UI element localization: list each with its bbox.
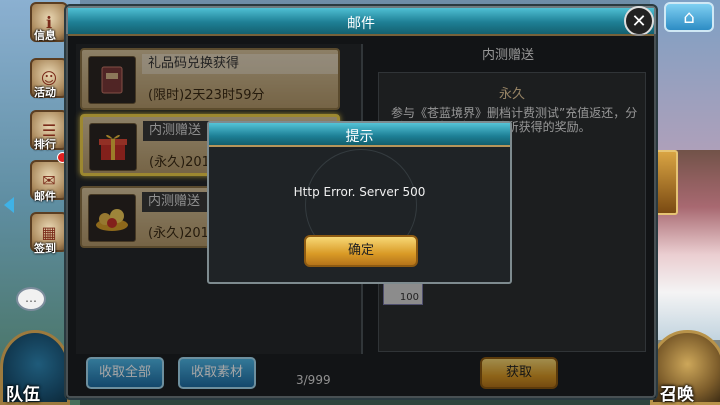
close-icon: ✕ [631, 10, 647, 32]
signin-label: 签到 [34, 242, 56, 255]
summon-label: 召唤 [660, 385, 694, 405]
dialog-message: Http Error. Server 500 [293, 185, 426, 199]
team-label: 队伍 [6, 385, 40, 405]
info-label: 信息 [34, 29, 56, 42]
mail-title: 邮件 [347, 16, 375, 32]
dialog-title: 提示 [345, 129, 374, 145]
home-icon: ⌂ [683, 6, 695, 28]
mail-titlebar: 邮件 [68, 8, 654, 36]
mail-side-label: 邮件 [34, 190, 56, 203]
home-button[interactable]: ⌂ [664, 2, 714, 32]
confirm-button[interactable]: 确定 [304, 235, 418, 267]
events-label: 活动 [34, 86, 56, 99]
ranking-label: 排行 [34, 138, 56, 151]
expand-left-arrow-icon[interactable] [4, 197, 14, 213]
error-dialog: 提示 Http Error. Server 500 确定 [207, 121, 512, 284]
chat-icon[interactable]: … [16, 287, 46, 311]
close-button[interactable]: ✕ [624, 6, 654, 36]
dialog-titlebar: 提示 [209, 123, 510, 147]
